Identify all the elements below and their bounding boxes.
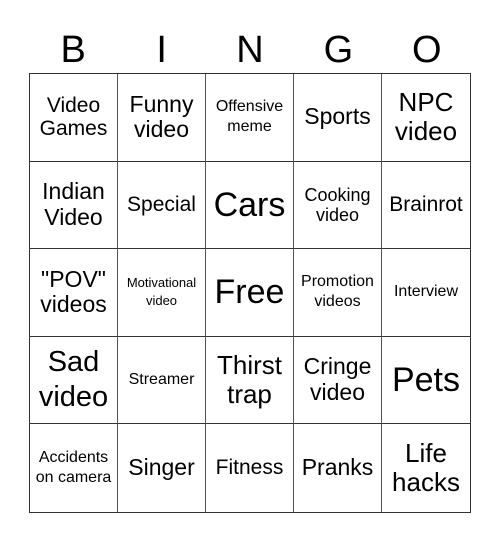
bingo-cell[interactable]: Accidents on camera — [30, 424, 118, 512]
bingo-cell[interactable]: Interview — [382, 249, 470, 337]
bingo-cell[interactable]: Thirst trap — [206, 336, 294, 425]
header-letter-o: O — [412, 29, 442, 71]
bingo-cell[interactable]: Streamer — [118, 336, 206, 425]
bingo-cell[interactable]: Cars — [206, 161, 294, 250]
bingo-cell[interactable]: "POV" videos — [30, 249, 118, 337]
header-letter-n: N — [236, 29, 264, 71]
bingo-cell[interactable]: Life hacks — [382, 424, 470, 512]
bingo-grid: Video Games Funny video Offensive meme S… — [29, 73, 471, 513]
bingo-cell[interactable]: Sports — [294, 74, 382, 162]
bingo-header: B I N G O — [29, 28, 471, 72]
header-letter-i: I — [156, 29, 167, 71]
bingo-cell[interactable]: Offensive meme — [206, 74, 294, 162]
bingo-cell[interactable]: Fitness — [206, 424, 294, 512]
bingo-cell[interactable]: Motivational video — [118, 249, 206, 337]
bingo-cell[interactable]: Pets — [382, 337, 470, 425]
bingo-cell[interactable]: Promotion videos — [294, 249, 382, 337]
bingo-cell[interactable]: Indian Video — [30, 161, 118, 250]
bingo-cell[interactable]: Funny video — [118, 74, 206, 162]
bingo-cell[interactable]: Brainrot — [382, 162, 470, 250]
bingo-cell[interactable]: Pranks — [294, 424, 382, 512]
bingo-cell[interactable]: Cooking video — [294, 161, 382, 250]
bingo-cell[interactable]: Free — [206, 249, 294, 337]
header-letter-g: G — [323, 29, 354, 71]
bingo-cell[interactable]: Video Games — [30, 74, 118, 162]
bingo-cell[interactable]: Cringe video — [294, 336, 382, 425]
bingo-cell[interactable]: Special — [118, 161, 206, 250]
header-letter-b: B — [60, 29, 86, 71]
bingo-cell[interactable]: Singer — [118, 424, 206, 512]
bingo-cell[interactable]: NPC video — [382, 74, 470, 162]
bingo-cell[interactable]: Sad video — [30, 336, 118, 425]
